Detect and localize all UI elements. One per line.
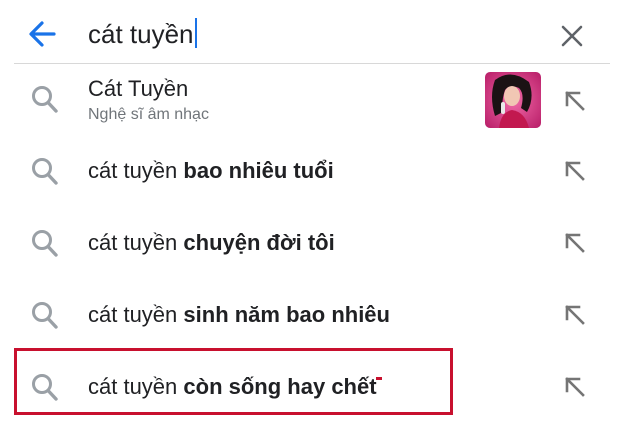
suggestion-text: cát tuyền còn sống hay chết: [88, 372, 382, 402]
arrow-up-left-icon[interactable]: [562, 374, 588, 400]
search-icon: [32, 158, 58, 185]
suggestion-completion: chuyện đời tôi: [183, 230, 335, 255]
entity-thumbnail: [485, 72, 541, 128]
entity-title: Cát Tuyền: [88, 76, 189, 101]
suggestion-prefix: cát tuyền: [88, 374, 178, 399]
arrow-up-left-icon[interactable]: [562, 88, 588, 114]
suggestion-row[interactable]: cát tuyền bao nhiêu tuổi: [0, 142, 620, 202]
suggestion-row[interactable]: cát tuyền còn sống hay chết: [0, 358, 620, 418]
annotation-mark: [375, 377, 382, 380]
arrow-up-left-icon[interactable]: [562, 302, 588, 328]
suggestion-text: cát tuyền bao nhiêu tuổi: [88, 156, 334, 186]
search-query-text: cát tuyền: [88, 19, 194, 49]
artist-photo-image: [485, 72, 541, 128]
clear-button[interactable]: [558, 22, 586, 50]
search-icon: [32, 374, 58, 401]
search-divider: [14, 63, 610, 64]
search-input[interactable]: cát tuyền: [88, 16, 197, 52]
search-icon: [32, 302, 58, 329]
suggestion-completion: bao nhiêu tuổi: [183, 158, 334, 183]
search-icon: [32, 86, 58, 113]
entity-subtitle: Nghệ sĩ âm nhạc: [88, 106, 209, 123]
suggestion-prefix: cát tuyền: [88, 230, 178, 255]
text-caret: [194, 18, 197, 48]
close-icon: [561, 25, 583, 47]
back-button[interactable]: [24, 18, 60, 50]
arrow-up-left-icon[interactable]: [562, 158, 588, 184]
suggestion-text: cát tuyền sinh năm bao nhiêu: [88, 300, 390, 330]
suggestion-prefix: cát tuyền: [88, 302, 178, 327]
suggestion-text: cát tuyền chuyện đời tôi: [88, 228, 335, 258]
suggestion-prefix: cát tuyền: [88, 158, 178, 183]
arrow-left-icon: [29, 21, 56, 47]
search-icon: [32, 230, 58, 257]
arrow-up-left-icon[interactable]: [562, 230, 588, 256]
suggestion-completion: còn sống hay chết: [183, 374, 377, 399]
search-bar: cát tuyền: [0, 0, 620, 64]
suggestion-row[interactable]: cát tuyền chuyện đời tôi: [0, 214, 620, 274]
suggestion-row[interactable]: cát tuyền sinh năm bao nhiêu: [0, 286, 620, 346]
suggestion-completion: sinh năm bao nhiêu: [183, 302, 390, 327]
